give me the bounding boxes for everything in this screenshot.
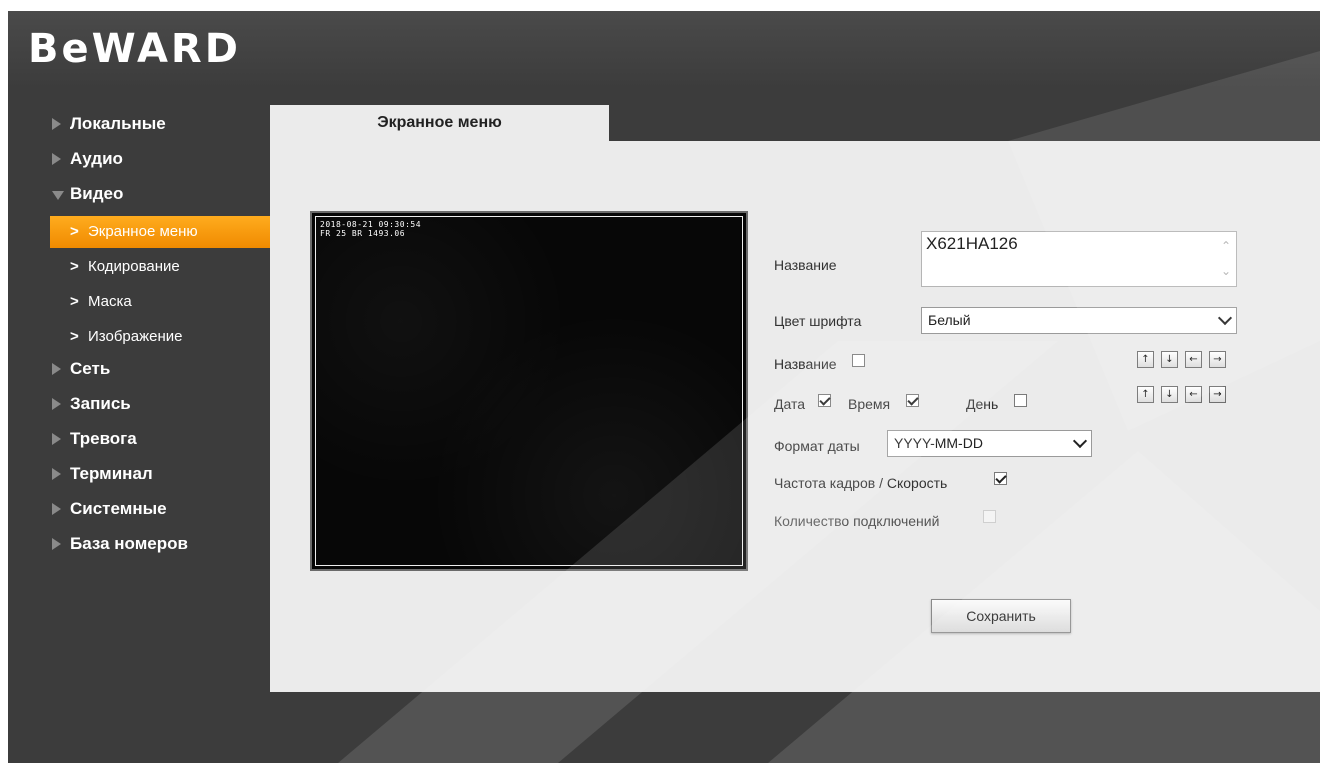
show-name-checkbox[interactable] [852, 354, 865, 367]
sidebar-item-terminal[interactable]: Терминал [8, 461, 270, 496]
time-label: Время [848, 396, 891, 412]
sidebar-item-label: База номеров [70, 534, 188, 553]
sidebar-item-label: Запись [70, 394, 131, 413]
chevron-right-icon: > [70, 223, 79, 240]
sidebar-item-audio[interactable]: Аудио [8, 146, 270, 181]
triangle-right-icon [52, 468, 61, 480]
framerate-label: Частота кадров / Скорость [774, 475, 948, 491]
date-format-select[interactable]: YYYY-MM-DD [887, 430, 1092, 457]
sidebar-subitem-encoding[interactable]: > Кодирование [8, 251, 270, 286]
save-button[interactable]: Сохранить [931, 599, 1071, 633]
sidebar-item-label: Системные [70, 499, 167, 518]
sidebar-item-alarm[interactable]: Тревога [8, 426, 270, 461]
header: BeWARD [8, 11, 1320, 88]
app-frame: BeWARD Локальные Аудио Видео > Экранное … [8, 11, 1320, 763]
triangle-right-icon [52, 153, 61, 165]
sidebar-subitem-label: Маска [88, 293, 132, 310]
chevron-right-icon: > [70, 258, 79, 275]
sidebar-item-label: Аудио [70, 149, 123, 168]
day-checkbox[interactable] [1014, 394, 1027, 407]
sidebar-subitem-osd[interactable]: > Экранное меню [50, 216, 270, 248]
date-format-value: YYYY-MM-DD [894, 435, 983, 451]
video-preview-frame: 2018-08-21 09:30:54 FR 25 BR 1493.06 [315, 216, 743, 566]
chevron-down-icon [1217, 310, 1233, 326]
time-checkbox[interactable] [906, 394, 919, 407]
sidebar-subitem-label: Кодирование [88, 258, 180, 275]
datetime-down-button[interactable]: ↓ [1161, 386, 1178, 403]
datetime-left-button[interactable]: ← [1185, 386, 1202, 403]
sidebar-subitem-mask[interactable]: > Маска [8, 286, 270, 321]
triangle-right-icon [52, 503, 61, 515]
date-label: Дата [774, 396, 806, 412]
day-label: День [966, 396, 999, 412]
font-color-select[interactable]: Белый [921, 307, 1237, 334]
video-preview: 2018-08-21 09:30:54 FR 25 BR 1493.06 [310, 211, 748, 571]
sidebar-subitem-label: Экранное меню [88, 223, 198, 240]
sidebar-item-label: Локальные [70, 114, 166, 133]
osd-framerate: FR 25 BR 1493.06 [320, 229, 406, 238]
chevron-down-icon: ⌄ [1220, 264, 1232, 278]
sidebar-item-system[interactable]: Системные [8, 496, 270, 531]
connections-checkbox [983, 510, 996, 523]
chevron-right-icon: > [70, 293, 79, 310]
sidebar-item-label: Тревога [70, 429, 137, 448]
date-checkbox[interactable] [818, 394, 831, 407]
sidebar-item-label: Терминал [70, 464, 153, 483]
chevron-right-icon: > [70, 328, 79, 345]
triangle-right-icon [52, 433, 61, 445]
datetime-right-button[interactable]: → [1209, 386, 1226, 403]
sidebar: Локальные Аудио Видео > Экранное меню > … [8, 111, 270, 566]
sidebar-item-video[interactable]: Видео [8, 181, 270, 216]
osd-datetime: 2018-08-21 09:30:54 [320, 220, 422, 229]
date-format-label: Формат даты [774, 438, 860, 454]
name-textarea[interactable]: X621HA126 [921, 231, 1237, 287]
show-name-label: Название [774, 356, 837, 372]
chevron-down-icon [1072, 433, 1088, 449]
framerate-checkbox[interactable] [994, 472, 1007, 485]
connections-label: Количество подключений [774, 513, 940, 529]
tab-osd[interactable]: Экранное меню [270, 105, 609, 141]
name-down-button[interactable]: ↓ [1161, 351, 1178, 368]
triangle-right-icon [52, 538, 61, 550]
triangle-down-icon [52, 191, 64, 200]
sidebar-item-label: Сеть [70, 359, 111, 378]
textarea-scrollbar[interactable]: ⌃ ⌄ [1218, 234, 1234, 284]
triangle-right-icon [52, 363, 61, 375]
font-color-label: Цвет шрифта [774, 313, 862, 329]
sidebar-item-plates-db[interactable]: База номеров [8, 531, 270, 566]
sidebar-item-local[interactable]: Локальные [8, 111, 270, 146]
triangle-right-icon [52, 118, 61, 130]
sidebar-item-network[interactable]: Сеть [8, 356, 270, 391]
triangle-right-icon [52, 398, 61, 410]
sidebar-subitem-label: Изображение [88, 328, 183, 345]
chevron-up-icon: ⌃ [1220, 239, 1232, 253]
logo: BeWARD [28, 26, 241, 72]
sidebar-item-record[interactable]: Запись [8, 391, 270, 426]
name-right-button[interactable]: → [1209, 351, 1226, 368]
sidebar-subitem-image[interactable]: > Изображение [8, 321, 270, 356]
sidebar-item-label: Видео [70, 184, 124, 203]
datetime-up-button[interactable]: ↑ [1137, 386, 1154, 403]
name-up-button[interactable]: ↑ [1137, 351, 1154, 368]
content-panel: 2018-08-21 09:30:54 FR 25 BR 1493.06 Наз… [270, 141, 1320, 692]
name-label: Название [774, 257, 837, 273]
name-left-button[interactable]: ← [1185, 351, 1202, 368]
font-color-value: Белый [928, 312, 971, 328]
